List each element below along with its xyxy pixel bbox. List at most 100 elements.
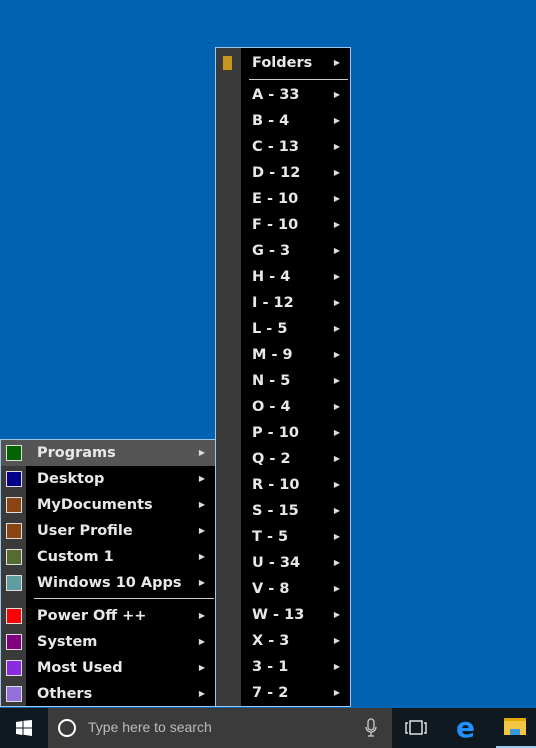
start-button[interactable] (0, 708, 48, 748)
chevron-right-icon: ▶ (333, 116, 340, 125)
chevron-right-icon: ▶ (333, 142, 340, 151)
chevron-right-icon: ▶ (333, 324, 340, 333)
chevron-right-icon: ▶ (333, 58, 340, 67)
menu-item-label: User Profile (37, 523, 133, 539)
menu-item-label: Programs (37, 445, 116, 461)
folder-group-item[interactable]: P - 10 ▶ (216, 420, 350, 446)
menu-item[interactable]: Others ▶ (1, 681, 215, 707)
folder-icon (223, 56, 232, 70)
file-explorer-icon[interactable] (504, 718, 526, 735)
folder-group-item[interactable]: A - 33 ▶ (216, 82, 350, 108)
folder-group-item[interactable]: F - 10 ▶ (216, 212, 350, 238)
menu-item[interactable]: User Profile ▶ (1, 518, 215, 544)
folder-group-item[interactable]: N - 5 ▶ (216, 368, 350, 394)
folder-group-item[interactable]: S - 15 ▶ (216, 498, 350, 524)
folder-group-item[interactable]: R - 10 ▶ (216, 472, 350, 498)
folder-group-item[interactable]: E - 10 ▶ (216, 186, 350, 212)
menu-item-label: G - 3 (252, 243, 291, 259)
menu-item-label: O - 4 (252, 399, 291, 415)
search-placeholder: Type here to search (88, 719, 212, 735)
menu-item-label: Custom 1 (37, 549, 114, 565)
chevron-right-icon: ▶ (333, 636, 340, 645)
chevron-right-icon: ▶ (198, 637, 205, 646)
chevron-right-icon: ▶ (333, 428, 340, 437)
folder-group-item[interactable]: Q - 2 ▶ (216, 446, 350, 472)
folder-group-item[interactable]: V - 8 ▶ (216, 576, 350, 602)
menu-item-label: Desktop (37, 471, 105, 487)
chevron-right-icon: ▶ (333, 688, 340, 697)
menu-item-label: N - 5 (252, 373, 291, 389)
chevron-right-icon: ▶ (333, 90, 340, 99)
menu-item[interactable]: Custom 1 ▶ (1, 544, 215, 570)
menu-item[interactable]: Most Used ▶ (1, 655, 215, 681)
edge-icon[interactable]: e (456, 714, 475, 742)
menu-item[interactable]: System ▶ (1, 629, 215, 655)
menu-item-label: C - 13 (252, 139, 299, 155)
task-view-icon[interactable] (405, 720, 427, 736)
folder-group-item[interactable]: M - 9 ▶ (216, 342, 350, 368)
folder-group-item[interactable]: T - 5 ▶ (216, 524, 350, 550)
menu-item-label: M - 9 (252, 347, 293, 363)
folder-group-item[interactable]: U - 34 ▶ (216, 550, 350, 576)
menu-item[interactable]: Programs ▶ (1, 440, 215, 466)
cortana-icon (58, 719, 76, 737)
menu-item-label: Folders (252, 55, 313, 71)
color-swatch-icon (6, 575, 22, 591)
color-swatch-icon (6, 549, 22, 565)
menu-item-label: 7 - 2 (252, 685, 289, 701)
color-swatch-icon (6, 686, 22, 702)
folders-header[interactable]: Folders ▶ (216, 50, 350, 76)
menu-item-label: I - 12 (252, 295, 294, 311)
color-swatch-icon (6, 497, 22, 513)
menu-item[interactable]: Desktop ▶ (1, 466, 215, 492)
menu-item-label: X - 3 (252, 633, 290, 649)
menu-item-label: B - 4 (252, 113, 290, 129)
chevron-right-icon: ▶ (198, 526, 205, 535)
folder-group-item[interactable]: G - 3 ▶ (216, 238, 350, 264)
folder-group-item[interactable]: W - 13 ▶ (216, 602, 350, 628)
chevron-right-icon: ▶ (198, 474, 205, 483)
menu-item[interactable]: MyDocuments ▶ (1, 492, 215, 518)
folder-group-item[interactable]: C - 13 ▶ (216, 134, 350, 160)
folders-submenu: Folders ▶ A - 33 ▶ B - 4 ▶ C - 13 ▶ D - 12 ▶ E - 1… (215, 47, 351, 707)
menu-item-label: MyDocuments (37, 497, 153, 513)
menu-item-label: F - 10 (252, 217, 299, 233)
menu-item-label: Power Off ++ (37, 608, 147, 624)
menu-item-label: Q - 2 (252, 451, 291, 467)
color-swatch-icon (6, 471, 22, 487)
folder-group-item[interactable]: H - 4 ▶ (216, 264, 350, 290)
chevron-right-icon: ▶ (333, 558, 340, 567)
chevron-right-icon: ▶ (198, 578, 205, 587)
folder-group-item[interactable]: 3 - 1 ▶ (216, 654, 350, 680)
color-swatch-icon (6, 523, 22, 539)
folder-group-item[interactable]: I - 12 ▶ (216, 290, 350, 316)
color-swatch-icon (6, 445, 22, 461)
color-swatch-icon (6, 634, 22, 650)
chevron-right-icon: ▶ (333, 402, 340, 411)
chevron-right-icon: ▶ (333, 272, 340, 281)
divider (34, 598, 214, 599)
folder-group-item[interactable]: 7 - 2 ▶ (216, 680, 350, 706)
folder-group-item[interactable]: B - 4 ▶ (216, 108, 350, 134)
folder-group-item[interactable]: L - 5 ▶ (216, 316, 350, 342)
folder-group-item[interactable]: O - 4 ▶ (216, 394, 350, 420)
search-box[interactable]: Type here to search (48, 708, 392, 748)
menu-item-label: U - 34 (252, 555, 301, 571)
chevron-right-icon: ▶ (333, 610, 340, 619)
menu-item[interactable]: Power Off ++ ▶ (1, 603, 215, 629)
menu-item-label: Windows 10 Apps (37, 575, 182, 591)
folder-group-item[interactable]: X - 3 ▶ (216, 628, 350, 654)
menu-item-label: E - 10 (252, 191, 299, 207)
chevron-right-icon: ▶ (198, 500, 205, 509)
menu-item-label: T - 5 (252, 529, 289, 545)
chevron-right-icon: ▶ (333, 194, 340, 203)
menu-item-label: Others (37, 686, 93, 702)
menu-item-label: D - 12 (252, 165, 301, 181)
menu-item[interactable]: Windows 10 Apps ▶ (1, 570, 215, 596)
chevron-right-icon: ▶ (198, 611, 205, 620)
microphone-icon[interactable] (365, 718, 377, 738)
folder-group-item[interactable]: D - 12 ▶ (216, 160, 350, 186)
chevron-right-icon: ▶ (333, 506, 340, 515)
menu-item-label: W - 13 (252, 607, 305, 623)
main-menu: Programs ▶ Desktop ▶ MyDocuments ▶ User Profil… (0, 439, 216, 707)
